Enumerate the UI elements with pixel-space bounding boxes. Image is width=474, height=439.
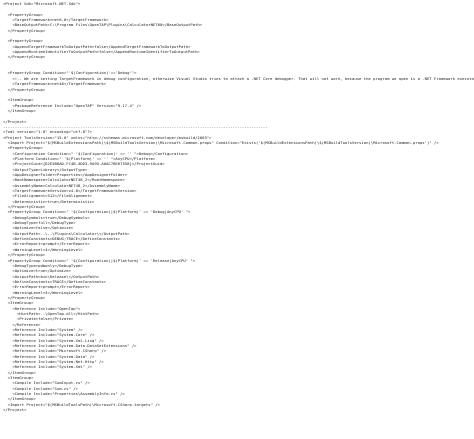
legacy-project-line: <Import Project="$(MSBuildExtensionsPath… (3, 139, 439, 145)
legacy-project-line: </Project> (3, 407, 27, 413)
text-viewer: <Project Sdk="Microsoft.NET.Sdk"> <Prope… (0, 0, 474, 439)
code-listing: <Project Sdk="Microsoft.NET.Sdk"> <Prope… (0, 0, 474, 412)
